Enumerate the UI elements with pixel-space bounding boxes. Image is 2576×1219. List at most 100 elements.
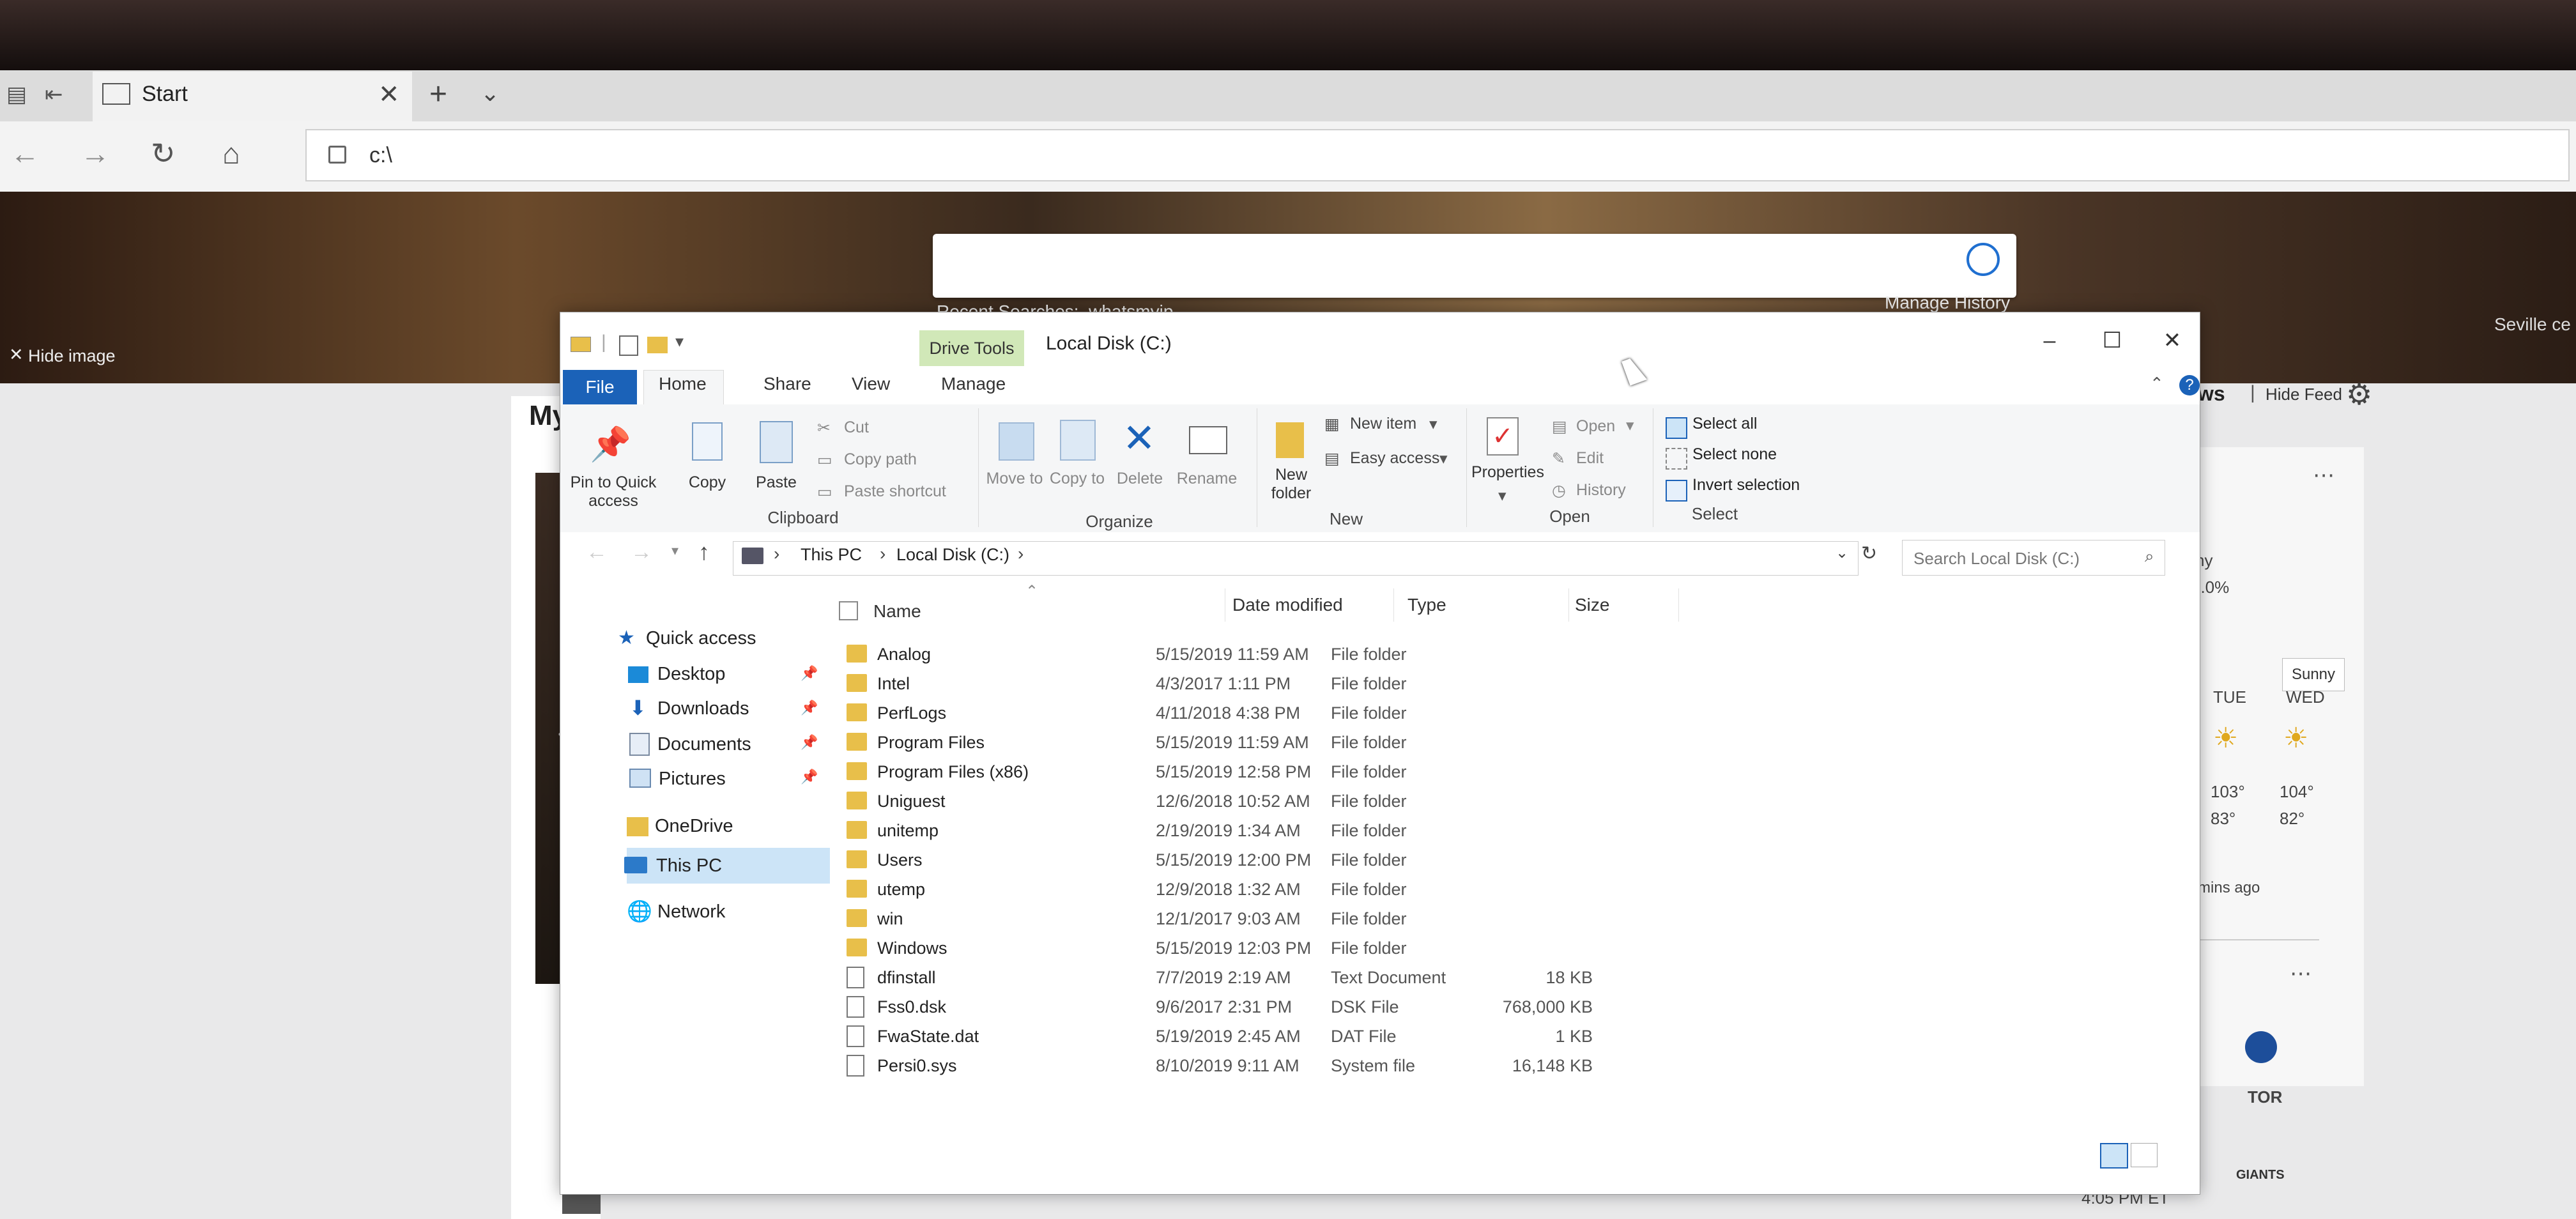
refresh-icon[interactable]: ↻ (151, 134, 176, 172)
table-row[interactable]: Intel 4/3/2017 1:11 PM File folder (845, 670, 1931, 700)
set-aside-tabs-icon[interactable]: ⇤ (45, 75, 63, 114)
file-name: Analog (877, 645, 931, 664)
file-type: DSK File (1331, 997, 1399, 1016)
giants-logo: GIANTS (2236, 1168, 2285, 1182)
manage-history-link[interactable]: Manage History (1885, 293, 2010, 313)
file-type: DAT File (1331, 1027, 1397, 1046)
file-icon (847, 1055, 864, 1077)
tab-title: Start (142, 82, 188, 106)
weather-day-tue: TUE (2213, 687, 2246, 707)
close-icon[interactable]: ✕ (9, 345, 24, 365)
table-row[interactable]: FwaState.dat 5/19/2019 2:45 AM DAT File 1 K… (845, 1023, 1931, 1052)
table-row[interactable]: utemp 12/9/2018 1:32 AM File folder (845, 876, 1931, 905)
table-row[interactable]: unitemp 2/19/2019 1:34 AM File folder (845, 817, 1931, 847)
file-date-modified: 9/6/2017 2:31 PM (1156, 997, 1292, 1016)
back-arrow-icon[interactable]: ← (10, 134, 40, 172)
divider: | (2250, 382, 2255, 403)
file-icon (847, 996, 864, 1018)
new-tab-icon[interactable]: + (429, 75, 447, 114)
file-name: Persi0.sys (877, 1056, 957, 1075)
search-icon[interactable] (1966, 243, 2000, 276)
folder-icon (847, 762, 867, 780)
table-row[interactable]: win 12/1/2017 9:03 AM File folder (845, 905, 1931, 935)
file-name: Uniguest (877, 792, 946, 811)
file-name: Windows (877, 939, 947, 958)
table-row[interactable]: Program Files 5/15/2019 11:59 AM File fold… (845, 729, 1931, 758)
table-row[interactable]: dfinstall 7/7/2019 2:19 AM Text Document 18… (845, 964, 1931, 993)
file-name: Fss0.dsk (877, 997, 947, 1016)
sun-icon: ☀ (2283, 723, 2309, 754)
file-size: 1 KB (1555, 1027, 1593, 1046)
table-row[interactable]: Users 5/15/2019 12:00 PM File folder (845, 847, 1931, 876)
hide-image-link[interactable]: Hide image (28, 346, 116, 366)
folder-icon (847, 880, 867, 898)
close-tab-icon[interactable]: ✕ (378, 75, 400, 114)
table-row[interactable]: Program Files (x86) 5/15/2019 12:58 PM Fil… (845, 758, 1931, 788)
bing-search-input[interactable] (933, 234, 2016, 298)
weather-day-wed: WED (2286, 687, 2325, 707)
folder-icon (847, 939, 867, 956)
tab-preview-icon[interactable]: ▤ (6, 75, 27, 114)
forward-arrow-icon[interactable]: → (80, 134, 110, 172)
address-text[interactable]: c:\ (369, 143, 392, 168)
table-row[interactable]: Fss0.dsk 9/6/2017 2:31 PM DSK File 768,000 … (845, 993, 1931, 1023)
file-date-modified: 4/11/2018 4:38 PM (1156, 703, 1301, 723)
file-type: File folder (1331, 909, 1407, 928)
location-text[interactable]: Seville ce (2494, 314, 2571, 335)
file-name: FwaState.dat (877, 1027, 979, 1046)
more-options-icon[interactable]: ⋯ (2290, 961, 2312, 986)
file-type: File folder (1331, 703, 1407, 723)
page-icon (102, 83, 130, 105)
table-row[interactable]: Windows 5/15/2019 12:03 PM File folder (845, 935, 1931, 964)
weather-low-tue: 83° (2211, 809, 2236, 828)
sun-icon: ☀ (2213, 723, 2239, 754)
table-row[interactable]: PerfLogs 4/11/2018 4:38 PM File folder (845, 700, 1931, 729)
file-date-modified: 5/15/2019 12:03 PM (1156, 939, 1312, 958)
file-type: File folder (1331, 674, 1407, 693)
file-type: Text Document (1331, 968, 1446, 987)
file-date-modified: 5/19/2019 2:45 AM (1156, 1027, 1301, 1046)
hide-feed-button[interactable]: Hide Feed (2266, 385, 2342, 404)
folder-icon (847, 821, 867, 839)
more-options-icon[interactable]: ⋯ (2313, 463, 2334, 488)
file-date-modified: 12/1/2017 9:03 AM (1156, 909, 1301, 928)
file-size: 16,148 KB (1512, 1056, 1593, 1075)
large-icons-view-icon[interactable] (2131, 1143, 2158, 1167)
team-tor: TOR (2248, 1087, 2283, 1107)
file-type: File folder (1331, 762, 1407, 781)
tab-list-chevron-down-icon[interactable]: ⌄ (480, 74, 500, 112)
file-date-modified: 5/15/2019 11:59 AM (1156, 733, 1309, 752)
tab-start[interactable] (93, 72, 412, 121)
file-name: PerfLogs (877, 703, 947, 723)
weather-low-wed: 82° (2280, 809, 2305, 828)
table-row[interactable]: Analog 5/15/2019 11:59 AM File folder (845, 641, 1931, 670)
view-toggle (2100, 1143, 2158, 1169)
file-name: win (877, 909, 903, 928)
file-type: File folder (1331, 821, 1407, 840)
address-bar[interactable] (305, 129, 2570, 181)
home-icon[interactable]: ⌂ (222, 134, 240, 172)
weather-high-wed: 104° (2280, 782, 2314, 801)
table-row[interactable]: Persi0.sys 8/10/2019 9:11 AM System file 16… (845, 1052, 1931, 1082)
folder-icon (847, 674, 867, 692)
blue-jays-logo (2245, 1031, 2277, 1063)
folder-icon (847, 909, 867, 927)
file-date-modified: 7/7/2019 2:19 AM (1156, 968, 1291, 987)
file-type: File folder (1331, 880, 1407, 899)
file-name: Program Files (877, 733, 985, 752)
folder-icon (847, 733, 867, 751)
file-name: dfinstall (877, 968, 936, 987)
file-explorer-window: | ▾ Drive Tools Local Disk (C:) – ☐ ✕ Fi… (560, 312, 2200, 1195)
file-date-modified: 12/9/2018 1:32 AM (1156, 880, 1301, 899)
folder-icon (847, 645, 867, 663)
settings-gear-icon[interactable]: ⚙ (2346, 377, 2372, 411)
table-row[interactable]: Uniguest 12/6/2018 10:52 AM File folder (845, 788, 1931, 817)
monitor-bezel (0, 0, 2576, 70)
news-heading: ws (2198, 382, 2225, 405)
details-view-icon[interactable] (2100, 1143, 2128, 1169)
file-date-modified: 5/15/2019 12:00 PM (1156, 850, 1312, 870)
folder-icon (847, 703, 867, 721)
file-name: Users (877, 850, 923, 870)
file-type: File folder (1331, 645, 1407, 664)
file-name: utemp (877, 880, 926, 899)
